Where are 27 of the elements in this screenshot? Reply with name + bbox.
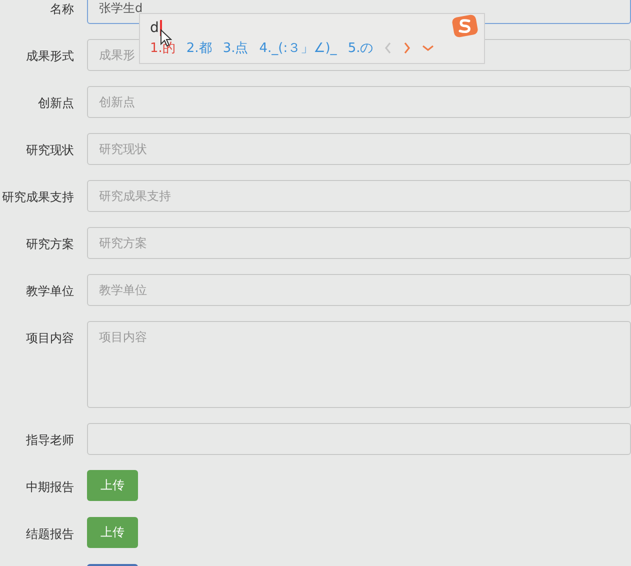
field-label: 名称 bbox=[50, 2, 74, 16]
input-field[interactable]: 研究方案 bbox=[87, 227, 631, 259]
text-area[interactable]: 项目内容 bbox=[87, 321, 631, 408]
chevron-down-icon[interactable] bbox=[422, 44, 434, 52]
input-field[interactable] bbox=[87, 423, 631, 455]
next-page-icon[interactable] bbox=[403, 42, 412, 54]
field-label: 研究成果支持 bbox=[2, 190, 74, 204]
field-label: 研究现状 bbox=[26, 143, 74, 157]
field-label: 成果形式 bbox=[26, 49, 74, 63]
field-label: 指导老师 bbox=[26, 433, 74, 447]
field-label: 研究方案 bbox=[26, 237, 74, 251]
upload-button[interactable]: 上传 bbox=[87, 470, 138, 501]
input-field[interactable]: 教学单位 bbox=[87, 274, 631, 306]
input-field[interactable]: 研究现状 bbox=[87, 133, 631, 165]
candidate-word[interactable]: 4._(:３」∠)_ bbox=[259, 39, 337, 57]
field-label: 项目内容 bbox=[26, 331, 74, 345]
candidate-word[interactable]: 5.の bbox=[348, 39, 374, 57]
candidate-word[interactable]: 2.都 bbox=[186, 39, 212, 57]
input-method-logo-icon bbox=[452, 13, 478, 39]
upload-button[interactable]: 上传 bbox=[87, 517, 138, 548]
candidate-word[interactable]: 3.点 bbox=[222, 39, 248, 57]
field-label: 中期报告 bbox=[26, 480, 74, 494]
input-field[interactable]: 创新点 bbox=[87, 86, 631, 118]
field-label: 结题报告 bbox=[26, 527, 74, 541]
input-field[interactable]: 研究成果支持 bbox=[87, 180, 631, 212]
field-label: 教学单位 bbox=[26, 284, 74, 298]
field-label: 创新点 bbox=[38, 96, 74, 110]
